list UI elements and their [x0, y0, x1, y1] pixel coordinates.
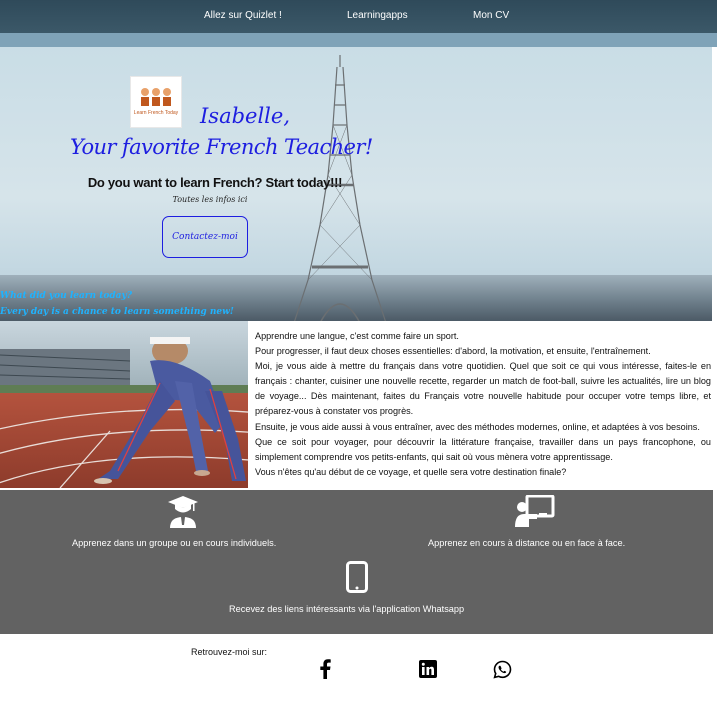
- top-nav: Allez sur Quizlet ! Learningapps Mon CV: [0, 0, 717, 33]
- intro-text: Apprendre une langue, c'est comme faire …: [255, 329, 711, 480]
- features-section: Apprenez dans un groupe ou en cours indi…: [0, 490, 713, 634]
- logo-faces-icon: [141, 88, 171, 106]
- learned-question: What did you learn today?: [0, 291, 133, 301]
- feature-whatsapp-text: Recevez des liens intéressants via l'app…: [229, 604, 465, 614]
- follow-label: Retrouvez-moi sur:: [191, 647, 268, 657]
- intro-paragraph: Ensuite, je vous aide aussi à vous entra…: [255, 421, 700, 432]
- whatsapp-icon: [492, 660, 511, 679]
- nav-link-learningapps[interactable]: Learningapps: [347, 10, 408, 21]
- logo-text: Learn French Today: [133, 110, 179, 116]
- nav-link-quizlet[interactable]: Allez sur Quizlet !: [204, 10, 282, 21]
- facebook-icon: [320, 659, 331, 679]
- linkedin-link[interactable]: [417, 658, 439, 680]
- chance-tagline: Every day is a chance to learn something…: [0, 307, 234, 317]
- hero-infos-caption: Toutes les infos ici: [172, 195, 248, 204]
- teacher-name: Isabelle,: [200, 104, 290, 128]
- linkedin-icon: [419, 660, 437, 678]
- graduate-icon: [168, 496, 198, 528]
- nav-link-cv[interactable]: Mon CV: [473, 10, 509, 21]
- feature-remote-text: Apprenez en cours à distance ou en face …: [428, 538, 626, 548]
- whatsapp-link[interactable]: [491, 658, 513, 680]
- runner-illustration: [0, 321, 248, 488]
- contact-button[interactable]: Contactez-moi: [162, 216, 248, 258]
- facebook-link[interactable]: [314, 658, 336, 680]
- hero-title: Your favorite French Teacher!: [70, 135, 373, 159]
- nav-divider-strip: [0, 33, 717, 47]
- feature-group-text: Apprenez dans un groupe ou en cours indi…: [72, 538, 277, 548]
- intro-paragraph: Que ce soit pour voyager, pour découvrir…: [255, 436, 711, 462]
- intro-paragraph: Vous n'êtes qu'au début de ce voyage, et…: [255, 466, 567, 477]
- remote-teaching-icon: [515, 495, 555, 527]
- intro-paragraph: Apprendre une langue, c'est comme faire …: [255, 331, 459, 341]
- hero-banner: Learn French Today Isabelle, Your favori…: [0, 47, 712, 321]
- runner-photo: [0, 321, 248, 488]
- hero-question: Do you want to learn French? Start today…: [87, 175, 343, 190]
- smartphone-icon: [346, 561, 368, 593]
- intro-paragraph: Moi, je vous aide à mettre du français d…: [255, 361, 711, 417]
- intro-paragraph: Pour progresser, il faut deux choses ess…: [255, 346, 651, 357]
